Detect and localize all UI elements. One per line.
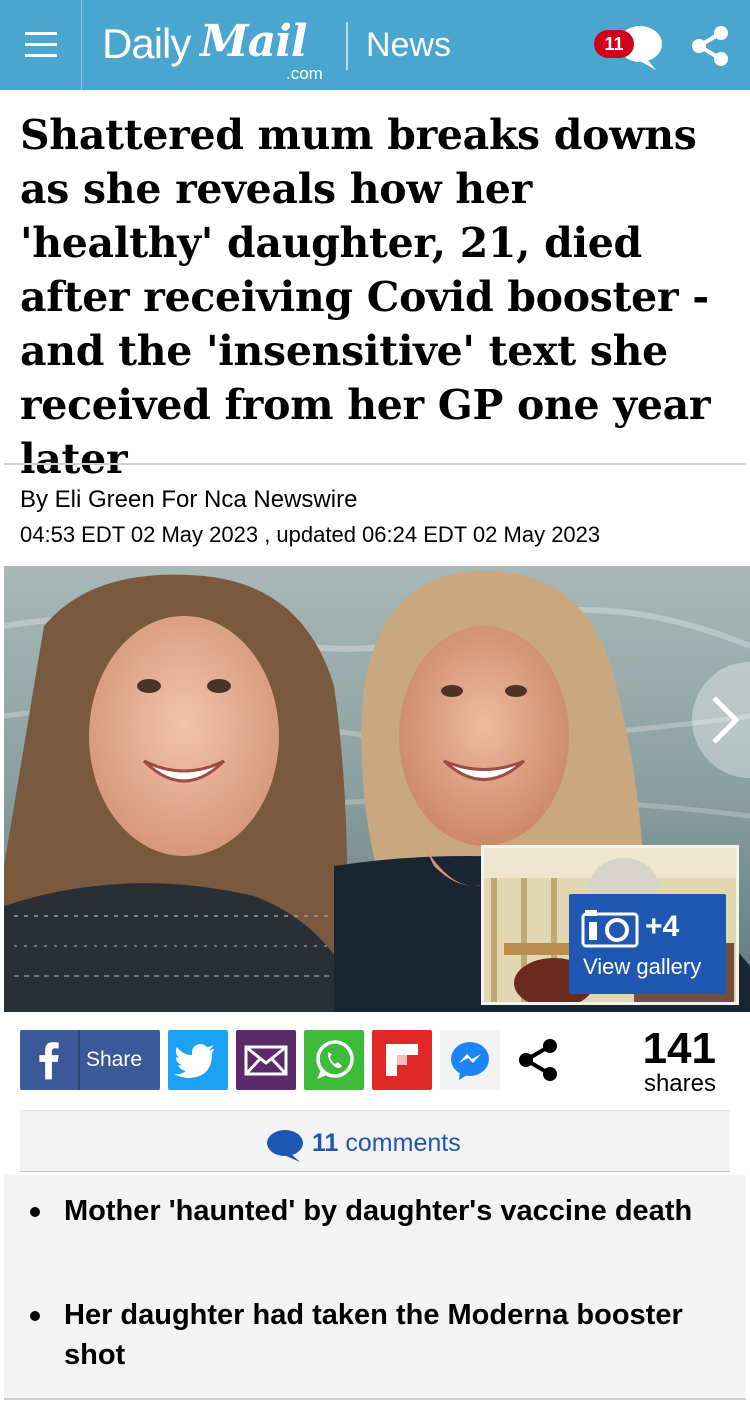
facebook-icon: [39, 1030, 80, 1090]
share-icon: [519, 1039, 557, 1081]
twitter-icon: [174, 1044, 214, 1078]
logo-com: .com: [286, 64, 323, 83]
next-image-arrow[interactable]: [690, 660, 750, 780]
comments-count: 11: [312, 1129, 339, 1157]
comment-icon: [267, 1130, 303, 1162]
comments-text: 11 comments: [312, 1129, 461, 1158]
email-icon: [244, 1045, 288, 1076]
header-comment-count[interactable]: 11: [594, 30, 634, 58]
view-gallery-label: View gallery: [583, 954, 702, 979]
whatsapp-share-button[interactable]: [304, 1030, 364, 1090]
messenger-share-button[interactable]: [440, 1030, 500, 1090]
article-summary: Mother 'haunted' by daughter's vaccine d…: [4, 1175, 746, 1400]
logo-mail: Mail: [200, 16, 308, 67]
comments-word: comments: [345, 1129, 461, 1157]
share-count-label: shares: [643, 1070, 716, 1097]
comments-link[interactable]: 11 comments: [20, 1110, 730, 1172]
share-icon[interactable]: [688, 24, 732, 68]
hamburger-icon: [24, 32, 57, 57]
flipboard-icon: [386, 1044, 418, 1076]
email-share-button[interactable]: [236, 1030, 296, 1090]
twitter-share-button[interactable]: [168, 1030, 228, 1090]
share-count: 141 shares: [620, 1026, 716, 1096]
article-headline: Shattered mum breaks downs as she reveal…: [20, 111, 711, 483]
top-bar: Daily Mail .com News 11: [0, 0, 750, 90]
camera-icon: [581, 910, 639, 948]
view-gallery-button[interactable]: +4 View gallery: [569, 894, 726, 994]
logo-daily: Daily: [102, 20, 191, 67]
facebook-share-label: Share: [86, 1048, 143, 1071]
messenger-icon: [451, 1042, 489, 1080]
divider: [4, 463, 746, 465]
summary-bullet: Mother 'haunted' by daughter's vaccine d…: [30, 1191, 704, 1231]
section-label[interactable]: News: [366, 26, 451, 65]
gallery-extra-count: +4: [645, 910, 680, 943]
more-share-button[interactable]: [510, 1030, 566, 1090]
menu-button[interactable]: [0, 0, 82, 90]
dateline: 04:53 EDT 02 May 2023 , updated 06:24 ED…: [20, 522, 601, 547]
share-count-number: 141: [642, 1024, 716, 1073]
facebook-share-button[interactable]: Share: [20, 1030, 160, 1090]
whatsapp-icon: [316, 1040, 354, 1079]
flipboard-share-button[interactable]: [372, 1030, 432, 1090]
summary-bullet: Her daughter had taken the Moderna boost…: [30, 1295, 704, 1375]
byline[interactable]: By Eli Green For Nca Newswire: [20, 486, 357, 514]
header-divider: [346, 22, 348, 70]
